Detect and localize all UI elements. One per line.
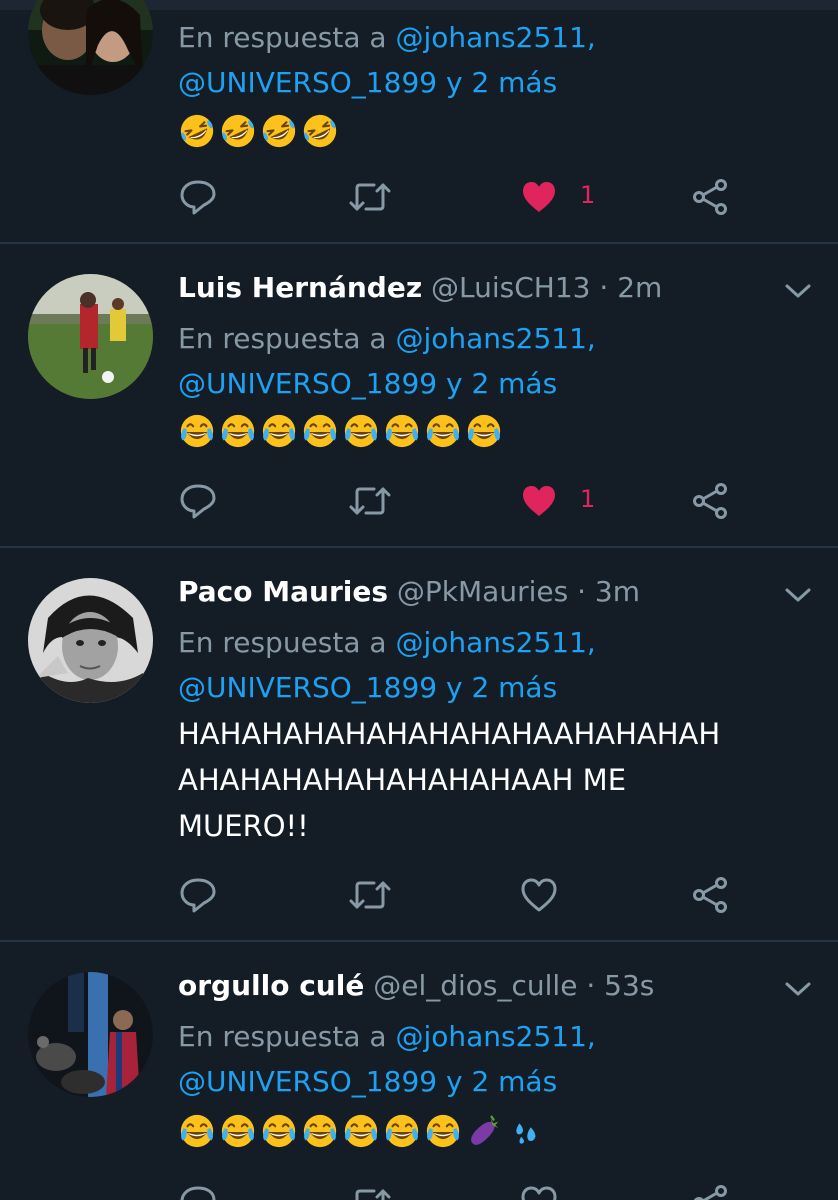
separator-dot: ·	[586, 969, 596, 1002]
separator-dot: ·	[577, 575, 586, 608]
avatar[interactable]	[28, 972, 153, 1097]
reply-icon[interactable]	[178, 870, 218, 920]
avatar[interactable]	[28, 274, 153, 399]
reply-context: En respuesta a @johans2511,	[178, 1014, 596, 1059]
tweet-text-line: HAHAHAHAHAHAHAHAHAAHAHAHAH	[178, 717, 721, 751]
reply-prefix: En respuesta a	[178, 322, 387, 355]
tweet[interactable]: En respuesta a @johans2511, @UNIVERSO_18…	[0, 0, 838, 243]
eggplant-emoji	[465, 1112, 503, 1150]
share-icon[interactable]	[690, 1178, 730, 1200]
mention-link[interactable]: @UNIVERSO_1899 y 2 más	[178, 671, 557, 704]
tweet[interactable]: Paco Mauries @PkMauries · 3m En respuest…	[0, 548, 838, 940]
tweet-header: orgullo culé @el_dios_culle · 53s	[178, 969, 654, 1003]
tweet-body	[178, 1112, 544, 1152]
reply-icon[interactable]	[178, 476, 218, 526]
heart-icon[interactable]	[519, 1178, 559, 1200]
mention-link[interactable]: @johans2511,	[395, 21, 595, 54]
tears-of-joy-emoji	[383, 412, 421, 450]
heart-icon[interactable]	[519, 870, 559, 920]
reply-context: En respuesta a @johans2511,	[178, 316, 596, 361]
retweet-icon[interactable]	[348, 172, 392, 222]
tears-of-joy-emoji	[342, 1112, 380, 1150]
mention-link[interactable]: @UNIVERSO_1899 y 2 más	[178, 66, 557, 99]
retweet-icon[interactable]	[348, 1178, 392, 1200]
tweet-actions	[0, 1178, 838, 1200]
reply-icon[interactable]	[178, 1178, 218, 1200]
timestamp[interactable]: 2m	[617, 271, 662, 304]
separator-dot: ·	[599, 271, 609, 304]
timestamp[interactable]: 3m	[595, 575, 640, 608]
user-handle[interactable]: @PkMauries	[397, 575, 568, 608]
rofl-emoji	[301, 112, 339, 150]
tweet-text-line: AHAHAHAHAHAHAHAHAAH ME	[178, 763, 627, 797]
reply-prefix: En respuesta a	[178, 21, 387, 54]
tweet[interactable]: Luis Hernández @LuisCH13 · 2m En respues…	[0, 244, 838, 546]
tweet-actions	[0, 870, 838, 920]
mention-link[interactable]: @UNIVERSO_1899 y 2 más	[178, 367, 557, 400]
mention-link[interactable]: @johans2511,	[395, 322, 595, 355]
rofl-emoji	[260, 112, 298, 150]
chevron-down-icon[interactable]	[784, 979, 812, 999]
rofl-emoji	[178, 112, 216, 150]
heart-icon[interactable]	[519, 172, 559, 222]
tweet-actions: 1	[0, 172, 838, 222]
tears-of-joy-emoji	[301, 412, 339, 450]
retweet-icon[interactable]	[348, 476, 392, 526]
reply-prefix: En respuesta a	[178, 1020, 387, 1053]
display-name[interactable]: Luis Hernández	[178, 271, 422, 304]
tears-of-joy-emoji	[219, 1112, 257, 1150]
chevron-down-icon[interactable]	[784, 281, 812, 301]
reply-context-more: @UNIVERSO_1899 y 2 más	[178, 665, 557, 710]
tweet-header: Paco Mauries @PkMauries · 3m	[178, 575, 640, 609]
tears-of-joy-emoji	[260, 412, 298, 450]
mention-link[interactable]: @johans2511,	[395, 626, 595, 659]
reply-context: En respuesta a @johans2511,	[178, 620, 596, 665]
chevron-down-icon[interactable]	[784, 585, 812, 605]
avatar[interactable]	[28, 0, 153, 95]
tears-of-joy-emoji	[424, 412, 462, 450]
share-icon[interactable]	[690, 870, 730, 920]
reply-icon[interactable]	[178, 172, 218, 222]
tears-of-joy-emoji	[424, 1112, 462, 1150]
reply-context: En respuesta a @johans2511,	[178, 15, 596, 60]
tears-of-joy-emoji	[178, 412, 216, 450]
user-handle[interactable]: @el_dios_culle	[373, 969, 577, 1002]
user-handle[interactable]: @LuisCH13	[431, 271, 590, 304]
tweet-actions: 1	[0, 476, 838, 526]
tweet-header: Luis Hernández @LuisCH13 · 2m	[178, 271, 662, 305]
tears-of-joy-emoji	[383, 1112, 421, 1150]
tears-of-joy-emoji	[178, 1112, 216, 1150]
display-name[interactable]: Paco Mauries	[178, 575, 388, 608]
tears-of-joy-emoji	[301, 1112, 339, 1150]
tweet-text-line: MUERO!!	[178, 809, 309, 843]
share-icon[interactable]	[690, 172, 730, 222]
share-icon[interactable]	[690, 476, 730, 526]
tweet[interactable]: orgullo culé @el_dios_culle · 53s En res…	[0, 942, 838, 1200]
tweet-body	[178, 112, 339, 152]
reply-prefix: En respuesta a	[178, 626, 387, 659]
tweet-body: HAHAHAHAHAHAHAHAHAAHAHAHAH AHAHAHAHAHAHA…	[178, 711, 818, 849]
tears-of-joy-emoji	[465, 412, 503, 450]
sweat-droplets-emoji	[506, 1112, 544, 1150]
reply-context-more: @UNIVERSO_1899 y 2 más	[178, 1059, 557, 1104]
mention-link[interactable]: @johans2511,	[395, 1020, 595, 1053]
heart-icon[interactable]	[519, 476, 559, 526]
mention-link[interactable]: @UNIVERSO_1899 y 2 más	[178, 1065, 557, 1098]
like-count: 1	[580, 485, 596, 513]
retweet-icon[interactable]	[348, 870, 392, 920]
like-count: 1	[580, 181, 596, 209]
tweet-body	[178, 412, 503, 452]
reply-context-more: @UNIVERSO_1899 y 2 más	[178, 361, 557, 406]
tears-of-joy-emoji	[219, 412, 257, 450]
reply-context-more: @UNIVERSO_1899 y 2 más	[178, 60, 557, 105]
display-name[interactable]: orgullo culé	[178, 969, 364, 1002]
tears-of-joy-emoji	[260, 1112, 298, 1150]
tears-of-joy-emoji	[342, 412, 380, 450]
timestamp[interactable]: 53s	[604, 969, 654, 1002]
avatar[interactable]	[28, 578, 153, 703]
rofl-emoji	[219, 112, 257, 150]
